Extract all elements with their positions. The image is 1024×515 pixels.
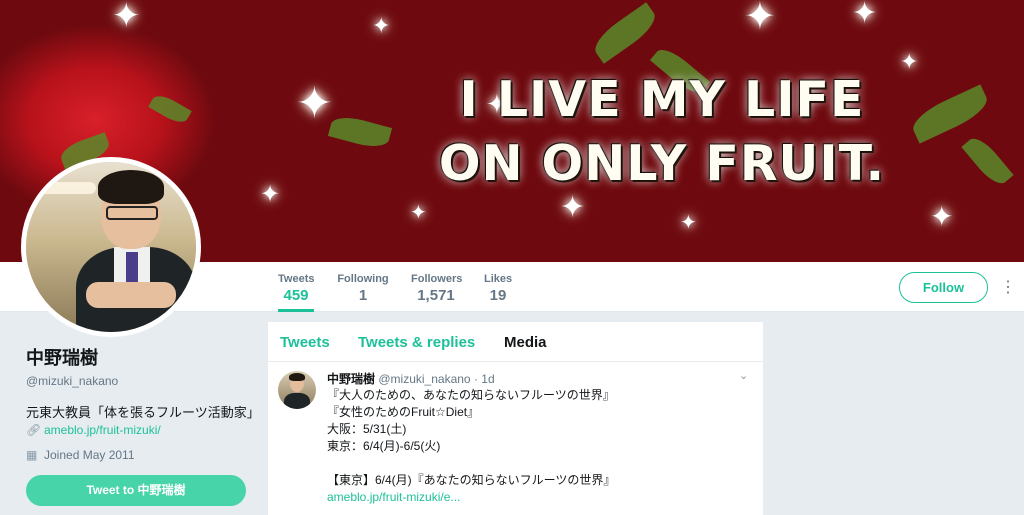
avatar[interactable] <box>21 157 201 337</box>
stat-tweets[interactable]: Tweets 459 <box>278 262 314 312</box>
banner-slogan-line2: ON ONLY FRUIT. <box>438 135 886 192</box>
leaf-decoration <box>907 84 993 144</box>
avatar-glasses <box>106 206 158 220</box>
sparkle-icon: ✦ <box>852 0 878 31</box>
stat-value: 1,571 <box>417 287 455 304</box>
tweet-link[interactable]: ameblo.jp/fruit-mizuki/e... <box>327 489 747 506</box>
avatar-ceiling-light <box>36 182 96 194</box>
stat-following[interactable]: Following 1 <box>337 262 389 312</box>
tweet-to-button[interactable]: Tweet to 中野瑞樹 <box>26 475 246 506</box>
tab-tweets-replies[interactable]: Tweets & replies <box>358 334 475 351</box>
tweet-line: 大阪：5/31(土) <box>327 422 407 436</box>
banner-slogan-line1: I LIVE MY LIFE <box>459 71 865 128</box>
leaf-decoration <box>588 2 662 64</box>
leaf-decoration <box>961 132 1014 190</box>
tweet-author-name[interactable]: 中野瑞樹 <box>327 372 375 386</box>
sparkle-icon: ✦ <box>900 50 919 75</box>
avatar-hands <box>86 282 176 308</box>
avatar-hair <box>98 170 164 204</box>
stat-label: Tweets <box>278 273 315 285</box>
profile-joined: ▦ Joined May 2011 <box>26 448 135 462</box>
profile-handle[interactable]: @mizuki_nakano <box>26 374 256 388</box>
tweet-avatar[interactable] <box>278 371 316 409</box>
more-options-icon[interactable]: ⋮ <box>1000 278 1016 298</box>
tweet-line: 東京：6/4(月)-6/5(火) <box>327 439 441 453</box>
tweet-text: 『大人のための、あなたの知らないフルーツの世界』 『女性のためのFruit☆Di… <box>327 387 747 506</box>
profile-joined-text: Joined May 2011 <box>44 448 135 462</box>
stat-likes[interactable]: Likes 19 <box>484 262 512 312</box>
tweet-line: 【東京】6/4(月)『あなたの知らないフルーツの世界』 <box>327 473 616 487</box>
tweet-timestamp[interactable]: · 1d <box>474 372 495 386</box>
profile-card: 中野瑞樹 @mizuki_nakano 元東大教員「体を張るフルーツ活動家」 🔗… <box>26 344 260 462</box>
stat-followers[interactable]: Followers 1,571 <box>411 262 463 312</box>
timeline: Tweets Tweets & replies Media 中野瑞樹 @mizu… <box>268 322 763 515</box>
sparkle-icon: ✦ <box>260 180 281 208</box>
tweet-line <box>327 455 747 472</box>
follow-button[interactable]: Follow <box>899 272 988 303</box>
tweet-avatar-hair <box>289 373 305 381</box>
sparkle-icon: ✦ <box>296 78 333 129</box>
tweet-avatar-suit <box>284 393 310 409</box>
tweet-line: 『大人のための、あなたの知らないフルーツの世界』 <box>327 388 615 402</box>
profile-link-text[interactable]: ameblo.jp/fruit-mizuki/ <box>44 423 161 437</box>
calendar-icon: ▦ <box>26 448 38 462</box>
sparkle-icon: ✦ <box>372 14 391 39</box>
tweet-author-handle[interactable]: @mizuki_nakano <box>378 372 470 386</box>
profile-bio: 元東大教員「体を張るフルーツ活動家」 <box>26 405 260 420</box>
sparkle-icon: ✦ <box>112 0 141 36</box>
leaf-decoration <box>327 112 393 152</box>
stat-value: 459 <box>283 287 309 304</box>
stat-label: Following <box>337 273 389 285</box>
stat-value: 1 <box>358 287 368 304</box>
sparkle-icon: ✦ <box>744 0 776 38</box>
tweet-header: 中野瑞樹 @mizuki_nakano · 1d <box>327 370 495 387</box>
banner-slogan: I LIVE MY LIFE ON ONLY FRUIT. <box>432 68 892 196</box>
stat-label: Likes <box>484 273 513 285</box>
profile-name[interactable]: 中野瑞樹 <box>26 344 256 370</box>
tweet-line: 『女性のためのFruit☆Diet』 <box>327 405 480 419</box>
stat-label: Followers <box>411 273 463 285</box>
chevron-down-icon[interactable]: ⌄ <box>739 369 748 382</box>
link-icon: 🔗︎ <box>26 423 42 437</box>
stat-value: 19 <box>489 287 507 304</box>
profile-link[interactable]: 🔗︎ ameblo.jp/fruit-mizuki/ <box>26 423 161 437</box>
sparkle-icon: ✦ <box>410 200 427 224</box>
sparkle-icon: ✦ <box>930 200 954 233</box>
timeline-tabs: Tweets Tweets & replies Media <box>268 322 763 362</box>
tab-media[interactable]: Media <box>504 334 547 351</box>
leaf-decoration <box>148 91 192 127</box>
sparkle-icon: ✦ <box>680 210 697 234</box>
tab-tweets[interactable]: Tweets <box>280 334 330 351</box>
